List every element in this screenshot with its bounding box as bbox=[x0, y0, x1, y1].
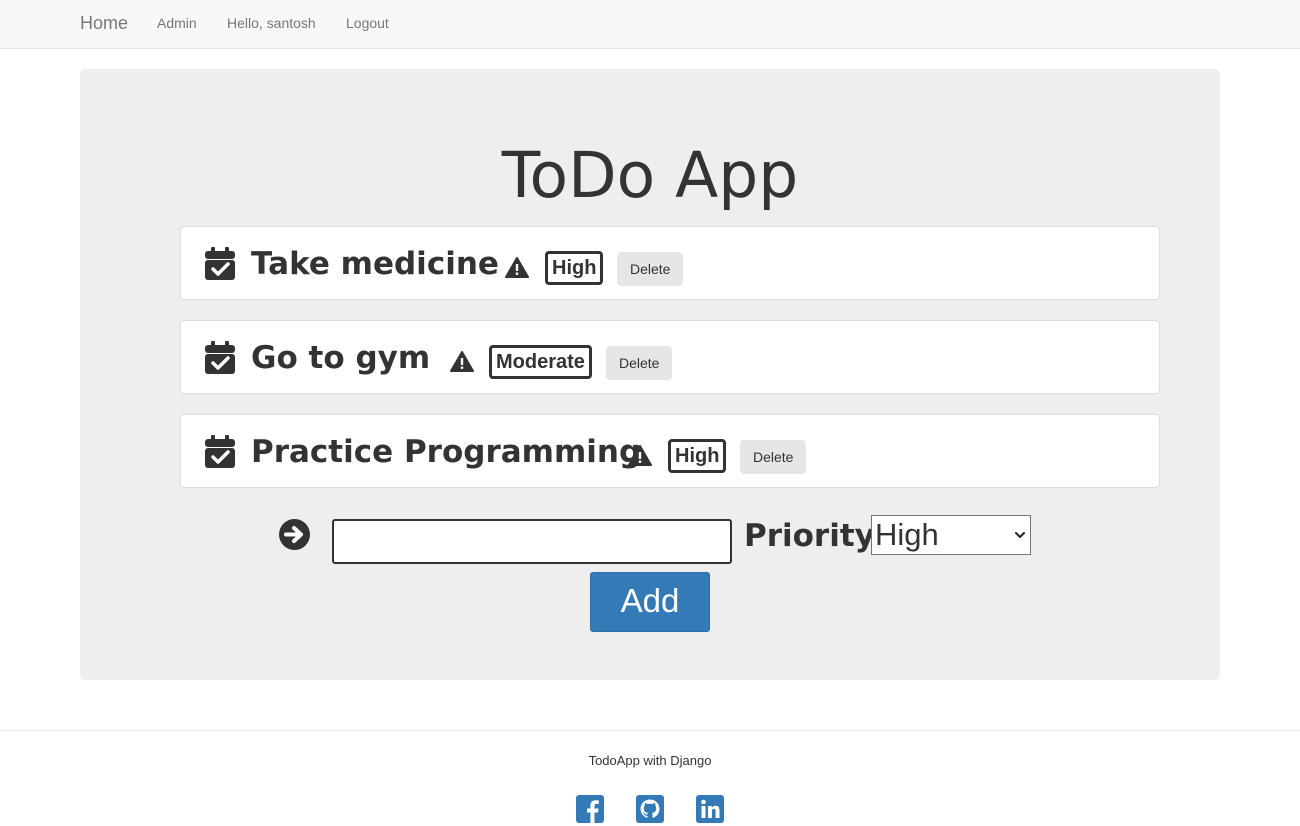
priority-badge: High bbox=[668, 439, 727, 473]
add-button[interactable]: Add bbox=[590, 572, 710, 632]
priority-badge: High bbox=[545, 251, 604, 285]
delete-button[interactable]: Delete bbox=[617, 252, 684, 286]
calendar-check-icon bbox=[205, 435, 235, 468]
nav-logout-link[interactable]: Logout bbox=[346, 15, 389, 31]
task-input[interactable] bbox=[332, 519, 732, 564]
nav-admin-link[interactable]: Admin bbox=[157, 15, 197, 31]
footer-divider bbox=[0, 730, 1300, 731]
task-title: Practice Programming bbox=[251, 434, 642, 470]
navbar: Home Admin Hello, santosh Logout bbox=[0, 0, 1300, 49]
warning-icon bbox=[450, 351, 474, 372]
footer-text: TodoApp with Django bbox=[588, 753, 712, 768]
facebook-icon[interactable] bbox=[575, 794, 605, 824]
delete-button[interactable]: Delete bbox=[606, 346, 673, 380]
github-icon[interactable] bbox=[635, 794, 665, 824]
warning-icon bbox=[505, 257, 529, 278]
page-title: ToDo App bbox=[501, 139, 799, 212]
priority-select-value: High bbox=[875, 517, 939, 552]
task-title: Go to gym bbox=[251, 340, 431, 376]
nav-home-link[interactable]: Home bbox=[80, 13, 128, 33]
arrow-circle-right-icon bbox=[279, 519, 310, 550]
delete-button[interactable]: Delete bbox=[740, 440, 807, 474]
linkedin-icon[interactable] bbox=[695, 794, 725, 824]
task-card: Take medicine High Delete bbox=[180, 226, 1160, 300]
task-title: Take medicine bbox=[251, 246, 499, 282]
calendar-check-icon bbox=[205, 341, 235, 374]
priority-badge: Moderate bbox=[489, 345, 592, 379]
warning-icon bbox=[628, 445, 652, 466]
calendar-check-icon bbox=[205, 247, 235, 280]
task-card: Go to gym Moderate Delete bbox=[180, 320, 1160, 394]
chevron-down-icon bbox=[1015, 532, 1025, 538]
priority-select[interactable]: High bbox=[871, 515, 1031, 555]
priority-label: Priority: bbox=[744, 518, 888, 554]
nav-user-greeting[interactable]: Hello, santosh bbox=[227, 15, 316, 31]
task-card: Practice Programming High Delete bbox=[180, 414, 1160, 488]
